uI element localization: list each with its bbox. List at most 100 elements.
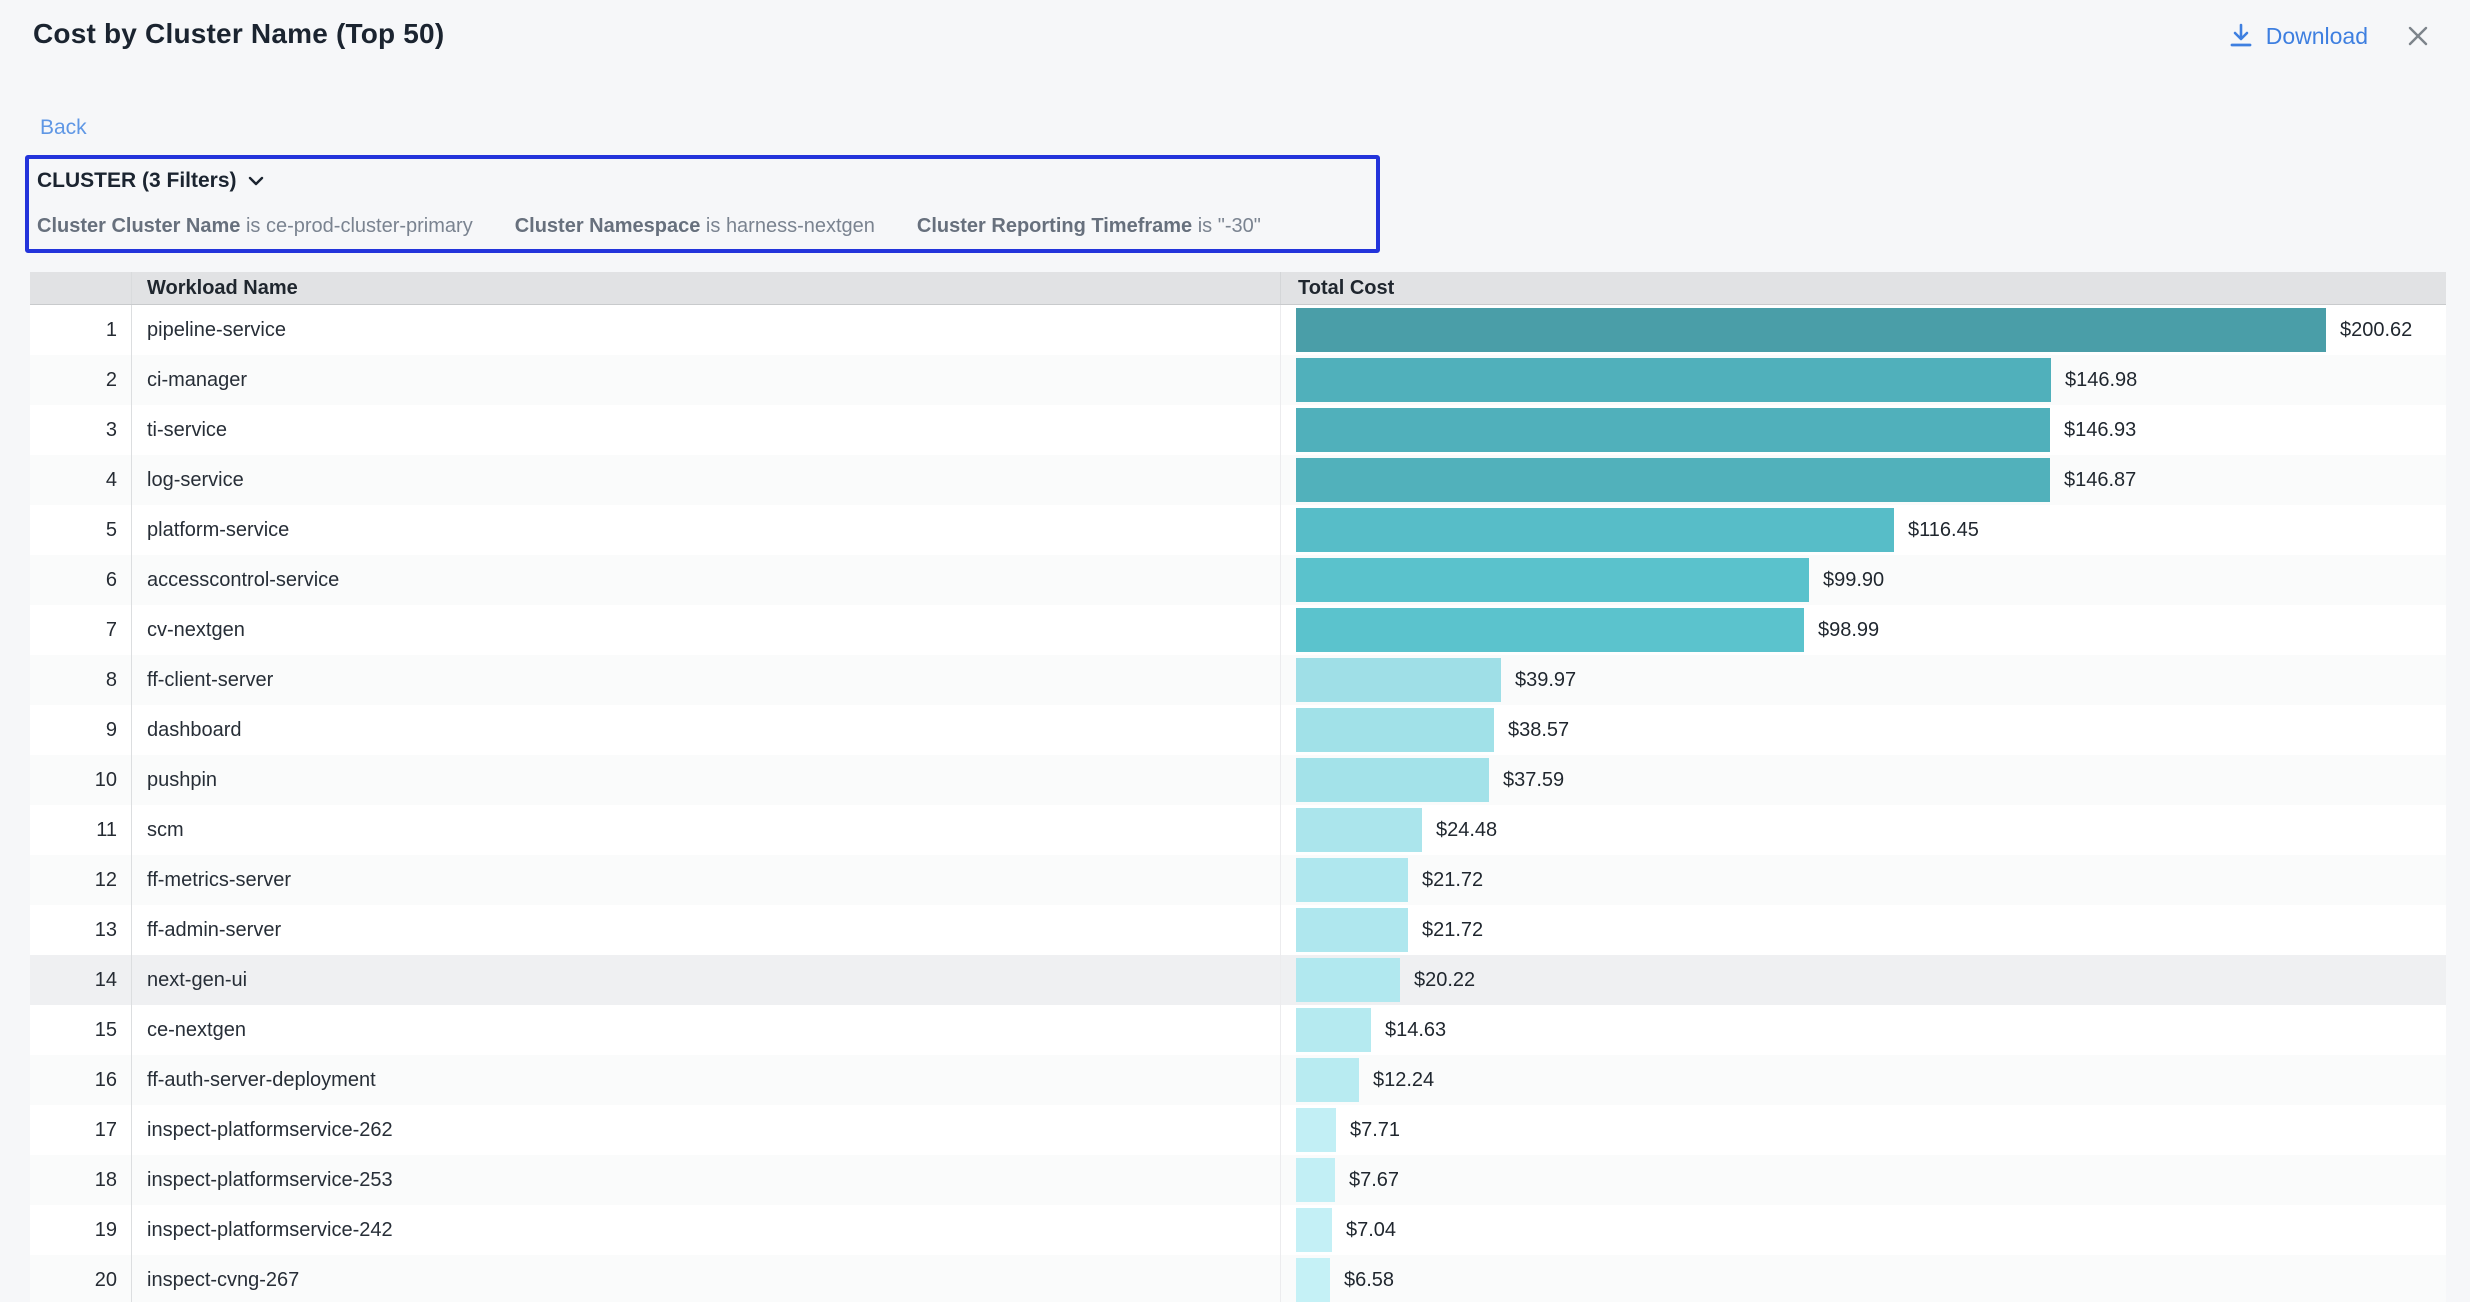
workload-name: pushpin — [132, 755, 1281, 805]
dialog-header: Cost by Cluster Name (Top 50) Download — [0, 0, 2470, 50]
cost-value-label: $200.62 — [2340, 319, 2412, 342]
table-row[interactable]: 3ti-service$146.93 — [30, 405, 2446, 455]
cost-value-label: $6.58 — [1344, 1269, 1394, 1292]
table-row[interactable]: 19inspect-platformservice-242$7.04 — [30, 1205, 2446, 1255]
total-cost-cell: $21.72 — [1281, 855, 2446, 905]
cost-bar — [1296, 508, 1894, 552]
row-index: 5 — [30, 505, 132, 555]
table-row[interactable]: 5platform-service$116.45 — [30, 505, 2446, 555]
workload-name: ci-manager — [132, 355, 1281, 405]
table-row[interactable]: 1pipeline-service$200.62 — [30, 305, 2446, 355]
cost-bar — [1296, 458, 2050, 502]
cost-value-label: $146.93 — [2064, 419, 2136, 442]
row-index: 15 — [30, 1005, 132, 1055]
table-header-row: Workload Name Total Cost — [30, 272, 2446, 305]
total-cost-cell: $98.99 — [1281, 605, 2446, 655]
cost-bar — [1296, 358, 2051, 402]
row-index: 17 — [30, 1105, 132, 1155]
cost-table: Workload Name Total Cost 1pipeline-servi… — [30, 272, 2446, 1302]
filter-summary: Cluster Cluster Name is ce-prod-cluster-… — [37, 215, 1376, 238]
cost-value-label: $7.71 — [1350, 1119, 1400, 1142]
table-row[interactable]: 10pushpin$37.59 — [30, 755, 2446, 805]
table-row[interactable]: 11scm$24.48 — [30, 805, 2446, 855]
cost-value-label: $12.24 — [1373, 1069, 1434, 1092]
table-row[interactable]: 4log-service $146.87 — [30, 455, 2446, 505]
workload-name: platform-service — [132, 505, 1281, 555]
download-button[interactable]: Download — [2228, 22, 2368, 50]
close-icon — [2404, 22, 2432, 50]
cost-bar — [1296, 808, 1422, 852]
total-cost-cell: $38.57 — [1281, 705, 2446, 755]
row-index: 12 — [30, 855, 132, 905]
workload-name: inspect-cvng-267 — [132, 1255, 1281, 1302]
row-index: 13 — [30, 905, 132, 955]
cost-value-label: $37.59 — [1503, 769, 1564, 792]
table-row[interactable]: 15ce-nextgen$14.63 — [30, 1005, 2446, 1055]
workload-name: pipeline-service — [132, 305, 1281, 355]
cost-bar — [1296, 858, 1408, 902]
download-label: Download — [2266, 23, 2368, 50]
cost-value-label: $98.99 — [1818, 619, 1879, 642]
row-index: 8 — [30, 655, 132, 705]
cost-value-label: $7.04 — [1346, 1219, 1396, 1242]
cost-bar — [1296, 758, 1489, 802]
table-row[interactable]: 12ff-metrics-server$21.72 — [30, 855, 2446, 905]
table-row[interactable]: 9dashboard $38.57 — [30, 705, 2446, 755]
workload-name: dashboard — [132, 705, 1281, 755]
table-row[interactable]: 16ff-auth-server-deployment $12.24 — [30, 1055, 2446, 1105]
row-index: 16 — [30, 1055, 132, 1105]
total-cost-cell: $200.62 — [1281, 305, 2446, 355]
filter-panel-toggle[interactable]: CLUSTER (3 Filters) — [37, 169, 1376, 193]
row-index: 18 — [30, 1155, 132, 1205]
total-cost-cell: $99.90 — [1281, 555, 2446, 605]
cost-value-label: $99.90 — [1823, 569, 1884, 592]
index-column-header — [30, 272, 132, 304]
table-row[interactable]: 18inspect-platformservice-253$7.67 — [30, 1155, 2446, 1205]
row-index: 19 — [30, 1205, 132, 1255]
table-row[interactable]: 20inspect-cvng-267$6.58 — [30, 1255, 2446, 1302]
total-cost-cell: $7.71 — [1281, 1105, 2446, 1155]
chevron-down-icon — [246, 174, 266, 188]
table-row[interactable]: 7cv-nextgen $98.99 — [30, 605, 2446, 655]
table-row[interactable]: 17inspect-platformservice-262 $7.71 — [30, 1105, 2446, 1155]
cost-value-label: $38.57 — [1508, 719, 1569, 742]
close-button[interactable] — [2404, 22, 2432, 50]
row-index: 7 — [30, 605, 132, 655]
total-cost-cell: $37.59 — [1281, 755, 2446, 805]
cost-bar — [1296, 1008, 1371, 1052]
total-cost-column-header: Total Cost — [1281, 272, 2446, 304]
table-row[interactable]: 2ci-manager$146.98 — [30, 355, 2446, 405]
table-row[interactable]: 6accesscontrol-service$99.90 — [30, 555, 2446, 605]
row-index: 6 — [30, 555, 132, 605]
workload-name: ff-auth-server-deployment — [132, 1055, 1281, 1105]
total-cost-cell: $146.98 — [1281, 355, 2446, 405]
filter-item: Cluster Reporting Timeframe is "-30" — [917, 215, 1261, 238]
workload-name: inspect-platformservice-262 — [132, 1105, 1281, 1155]
workload-name: log-service — [132, 455, 1281, 505]
cost-bar — [1296, 608, 1804, 652]
workload-name-column-header: Workload Name — [132, 272, 1281, 304]
total-cost-cell: $21.72 — [1281, 905, 2446, 955]
filter-panel-title: CLUSTER (3 Filters) — [37, 169, 237, 193]
back-link[interactable]: Back — [40, 116, 87, 140]
total-cost-cell: $12.24 — [1281, 1055, 2446, 1105]
total-cost-cell: $20.22 — [1281, 955, 2446, 1005]
filter-panel: CLUSTER (3 Filters) Cluster Cluster Name… — [25, 155, 1380, 253]
workload-name: cv-nextgen — [132, 605, 1281, 655]
cost-value-label: $14.63 — [1385, 1019, 1446, 1042]
table-row[interactable]: 14next-gen-ui$20.22 — [30, 955, 2446, 1005]
total-cost-cell: $146.93 — [1281, 405, 2446, 455]
cost-bar — [1296, 1058, 1359, 1102]
download-icon — [2228, 22, 2254, 50]
table-row[interactable]: 8ff-client-server$39.97 — [30, 655, 2446, 705]
row-index: 4 — [30, 455, 132, 505]
total-cost-cell: $39.97 — [1281, 655, 2446, 705]
workload-name: scm — [132, 805, 1281, 855]
cost-value-label: $24.48 — [1436, 819, 1497, 842]
cost-value-label: $21.72 — [1422, 919, 1483, 942]
row-index: 9 — [30, 705, 132, 755]
page-title: Cost by Cluster Name (Top 50) — [33, 18, 444, 50]
cost-value-label: $146.87 — [2064, 469, 2136, 492]
cost-bar — [1296, 1208, 1332, 1252]
table-row[interactable]: 13ff-admin-server$21.72 — [30, 905, 2446, 955]
